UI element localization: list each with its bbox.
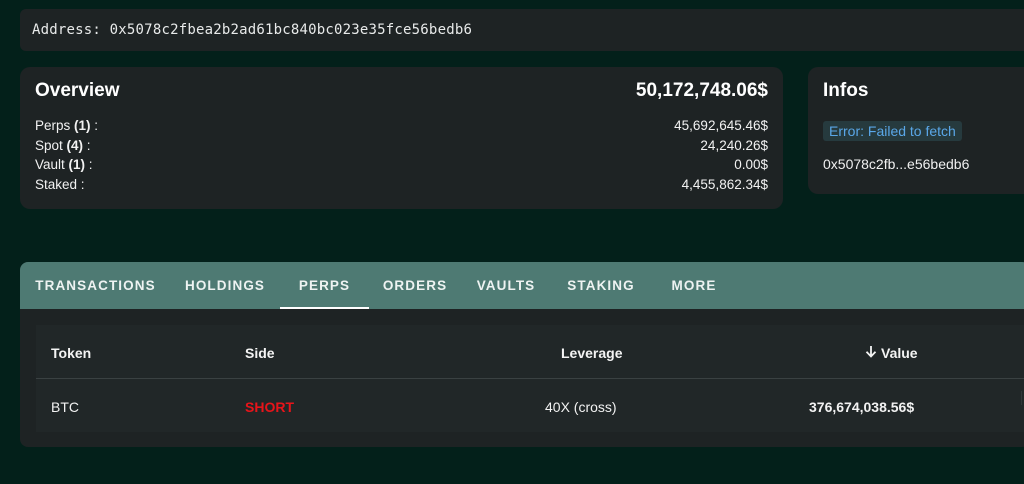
overview-row-value: 45,692,645.46$: [674, 118, 768, 133]
overview-row-value: 4,455,862.34$: [681, 176, 768, 192]
address-text: Address: 0x5078c2fbea2b2ad61bc840bc023e3…: [32, 22, 472, 38]
overview-row-value: 0.00$: [734, 157, 768, 172]
overview-row-label: Perps (1) :: [35, 116, 98, 136]
error-badge: Error: Failed to fetch: [823, 121, 962, 141]
overview-total: 50,172,748.06$: [635, 80, 768, 101]
tab-staking[interactable]: STAKING: [551, 262, 651, 309]
arrow-down-icon[interactable]: [865, 345, 877, 361]
row-count: (4): [66, 137, 84, 153]
address-label: Address:: [32, 22, 102, 38]
infos-card: Infos Error: Failed to fetch 0x5078c2fb.…: [808, 67, 1024, 194]
overview-rows: Perps (1) : 45,692,645.46$ Spot (4) : 24…: [35, 116, 768, 194]
infos-short-address[interactable]: 0x5078c2fb...e56bedb6: [823, 156, 969, 172]
row-name: Spot: [35, 137, 63, 153]
row-suffix: :: [83, 137, 91, 153]
address-value[interactable]: 0x5078c2fbea2b2ad61bc840bc023e35fce56bed…: [110, 22, 472, 38]
overview-row-label: Spot (4) :: [35, 136, 91, 156]
infos-title: Infos: [823, 80, 869, 101]
header-side[interactable]: Side: [245, 345, 275, 361]
address-bar: Address: 0x5078c2fbea2b2ad61bc840bc023e3…: [20, 9, 1024, 51]
tab-orders[interactable]: ORDERS: [369, 262, 461, 309]
row-suffix: :: [85, 157, 93, 172]
header-token[interactable]: Token: [51, 345, 91, 361]
overview-row-label: Staked :: [35, 175, 85, 195]
overview-row-perps: Perps (1) : 45,692,645.46$: [35, 116, 768, 136]
overview-row-spot: Spot (4) : 24,240.26$: [35, 136, 768, 156]
perps-table: Token Side Leverage Value BTC SHORT 40X …: [36, 325, 1024, 432]
row-name: Perps: [35, 118, 71, 133]
tab-transactions[interactable]: TRANSACTIONS: [20, 262, 171, 309]
row-name: Staked: [35, 176, 78, 192]
row-count: (1): [74, 118, 91, 133]
overview-row-value: 24,240.26$: [700, 137, 768, 153]
overview-card: Overview 50,172,748.06$ Perps (1) : 45,6…: [20, 67, 783, 209]
overview-title: Overview: [35, 80, 120, 101]
cell-token: BTC: [51, 399, 79, 415]
overview-row-staked: Staked : 4,455,862.34$: [35, 175, 768, 195]
row-suffix: :: [77, 176, 85, 192]
overview-row-label: Vault (1) :: [35, 155, 93, 175]
cell-leverage: 40X (cross): [545, 399, 617, 415]
cell-side: SHORT: [245, 399, 294, 415]
tabs-panel: TRANSACTIONS HOLDINGS PERPS ORDERS VAULT…: [20, 262, 1024, 447]
tab-bar: TRANSACTIONS HOLDINGS PERPS ORDERS VAULT…: [20, 262, 1024, 309]
tab-more[interactable]: MORE: [651, 262, 737, 309]
row-divider: [36, 378, 1024, 379]
row-suffix: :: [90, 118, 99, 133]
header-value[interactable]: Value: [865, 345, 918, 361]
header-leverage[interactable]: Leverage: [561, 345, 622, 361]
row-count: (1): [68, 157, 86, 172]
row-name: Vault: [35, 157, 65, 172]
tab-holdings[interactable]: HOLDINGS: [171, 262, 279, 309]
header-value-label: Value: [881, 345, 918, 361]
tab-perps[interactable]: PERPS: [280, 262, 369, 309]
cell-value: 376,674,038.56$: [809, 399, 915, 415]
overview-row-vault: Vault (1) : 0.00$: [35, 155, 768, 175]
tab-vaults[interactable]: VAULTS: [461, 262, 551, 309]
